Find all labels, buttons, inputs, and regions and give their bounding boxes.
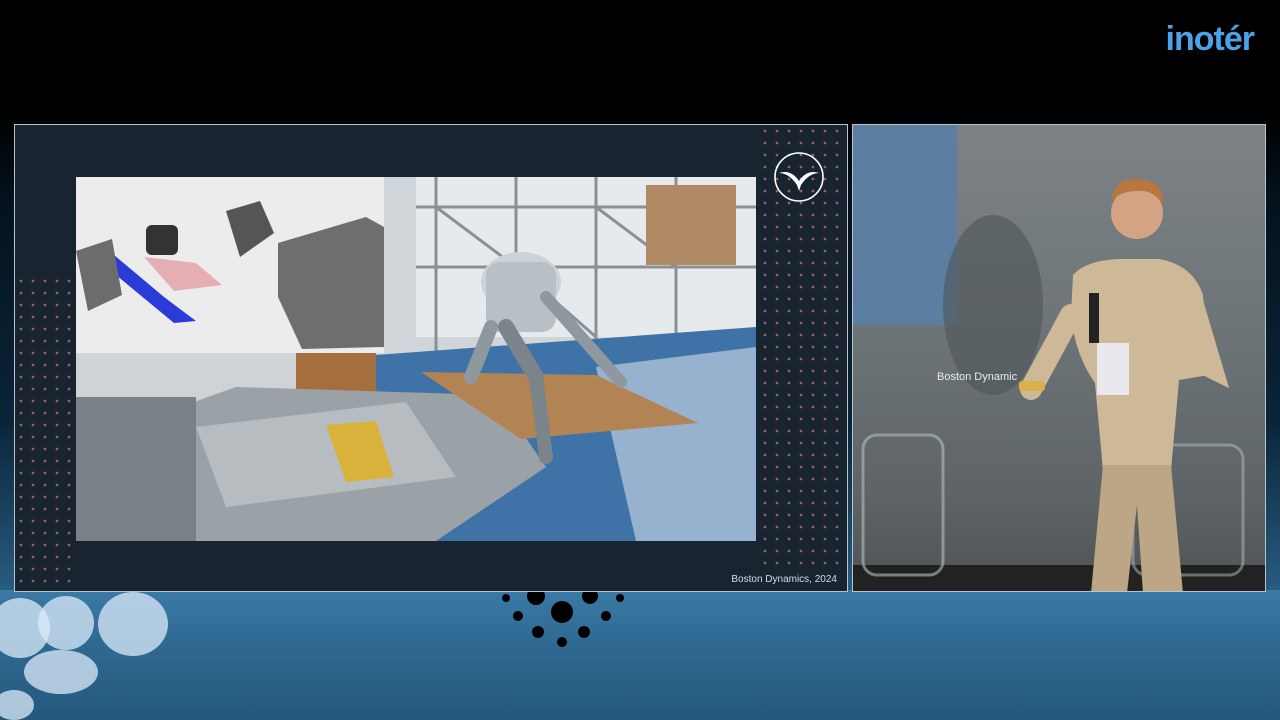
slide-credit: Boston Dynamics, 2024 (731, 574, 837, 585)
stream-background: inotér Boston Dynamics, 2024 Boston Dyna… (0, 0, 1280, 720)
decor-bubble (98, 592, 168, 656)
brand-logo: inotér (1165, 20, 1255, 58)
decor-bubble (24, 650, 98, 694)
swallow-bird-icon (774, 152, 824, 202)
robot-workshop-scene (76, 177, 756, 541)
speaker-figure (853, 178, 1265, 591)
presentation-slide: Boston Dynamics, 2024 (14, 124, 848, 592)
slide-video-frame (76, 177, 756, 541)
speaker-camera-feed: Boston Dynamic (852, 124, 1266, 592)
dot-pattern-watermark (502, 590, 624, 647)
projected-slide-text: Boston Dynamic (937, 371, 1018, 383)
earth-horizon-image (0, 590, 1280, 720)
decor-bubble (38, 596, 94, 650)
slide-dot-pattern (15, 275, 75, 591)
